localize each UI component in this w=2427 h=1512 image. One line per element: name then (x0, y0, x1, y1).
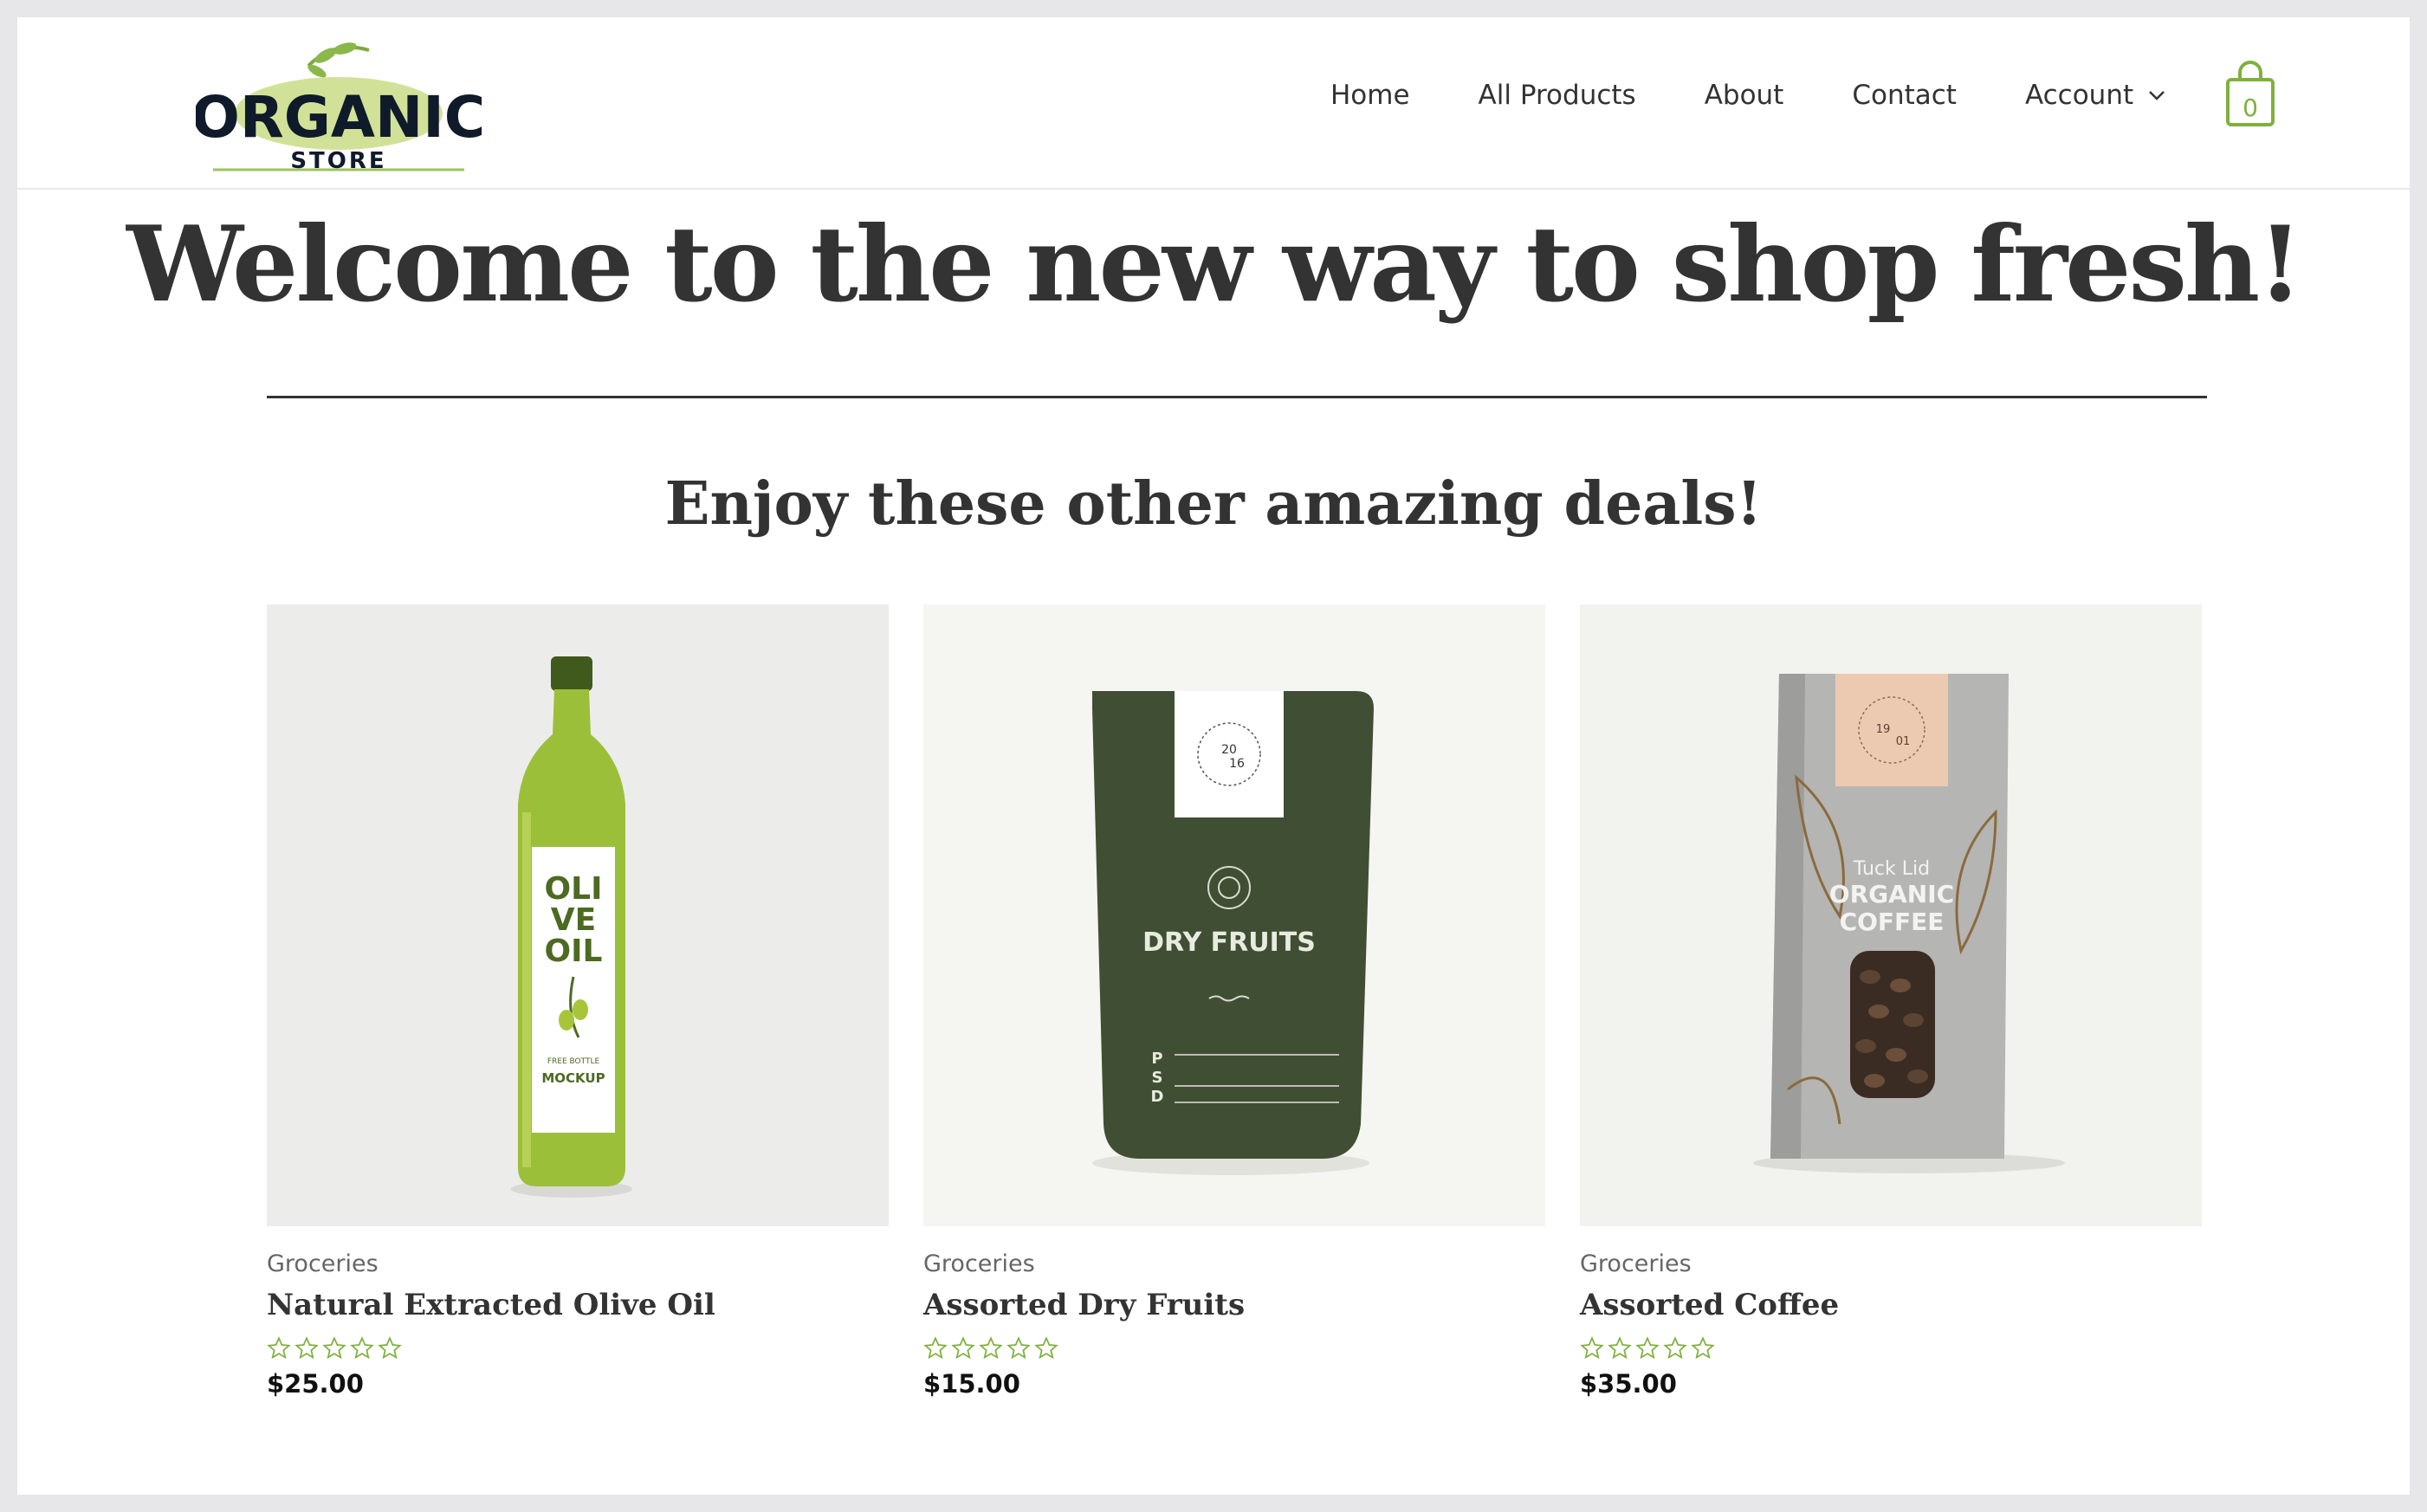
site-header: ORGANIC STORE Home All Products About Co… (17, 17, 2410, 190)
star-rating (923, 1336, 1545, 1360)
product-image-olive-oil[interactable]: OLI VE OIL FREE BOTTLE MOCKUP (267, 604, 889, 1226)
nav-contact[interactable]: Contact (1852, 80, 1957, 111)
deals-title: Enjoy these other amazing deals! (664, 469, 1763, 539)
product-card: 20 16 DRY FRUITS P S D Groceries Assorte… (923, 604, 1545, 1399)
star-rating (267, 1336, 889, 1360)
nav-home[interactable]: Home (1330, 80, 1410, 111)
main-nav: Home All Products About Contact Account (1330, 80, 2166, 111)
dry-fruits-pouch-icon: 20 16 DRY FRUITS P S D (1092, 691, 1374, 1175)
svg-text:COFFEE: COFFEE (1840, 908, 1945, 936)
svg-text:OLI: OLI (545, 871, 603, 907)
product-name[interactable]: Assorted Coffee (1580, 1288, 2202, 1322)
olive-oil-bottle-icon: OLI VE OIL FREE BOTTLE MOCKUP (511, 656, 632, 1198)
star-outline-icon (979, 1336, 1003, 1360)
svg-text:S: S (1152, 1069, 1163, 1087)
svg-text:16: 16 (1229, 757, 1245, 771)
svg-text:ORGANIC: ORGANIC (1829, 880, 1954, 908)
svg-text:Tuck Lid: Tuck Lid (1853, 858, 1930, 880)
svg-text:19: 19 (1876, 723, 1891, 736)
cart-button[interactable]: 0 (2223, 61, 2278, 130)
product-card: OLI VE OIL FREE BOTTLE MOCKUP Groceries … (267, 604, 889, 1399)
product-category[interactable]: Groceries (1580, 1250, 2202, 1277)
star-rating (1580, 1336, 2202, 1360)
hero-title: Welcome to the new way to shop fresh! (126, 204, 2303, 326)
svg-text:FREE BOTTLE: FREE BOTTLE (547, 1057, 600, 1066)
star-outline-icon (350, 1336, 374, 1360)
star-outline-icon (294, 1336, 319, 1360)
product-card: 19 01 Tuck Lid ORGANIC COFFEE Groceries (1580, 604, 2202, 1399)
organic-store-logo[interactable]: ORGANIC STORE (196, 31, 482, 183)
product-name[interactable]: Assorted Dry Fruits (923, 1288, 1545, 1322)
nav-account-label: Account (2024, 80, 2134, 111)
star-outline-icon (378, 1336, 402, 1360)
coffee-box-icon: 19 01 Tuck Lid ORGANIC COFFEE (1753, 674, 2065, 1173)
product-price: $25.00 (267, 1369, 364, 1399)
svg-text:ORGANIC: ORGANIC (196, 84, 482, 151)
star-outline-icon (322, 1336, 346, 1360)
product-price: $35.00 (1580, 1369, 1677, 1399)
nav-all-products[interactable]: All Products (1479, 80, 1636, 111)
page: ORGANIC STORE Home All Products About Co… (17, 17, 2410, 1495)
product-image-dry-fruits[interactable]: 20 16 DRY FRUITS P S D (923, 604, 1545, 1226)
product-image-coffee[interactable]: 19 01 Tuck Lid ORGANIC COFFEE (1580, 604, 2202, 1226)
cart-count: 0 (2243, 94, 2258, 122)
svg-text:P: P (1151, 1050, 1162, 1068)
star-outline-icon (1580, 1336, 1604, 1360)
svg-text:VE: VE (551, 902, 596, 938)
star-outline-icon (1608, 1336, 1632, 1360)
svg-text:DRY FRUITS: DRY FRUITS (1142, 927, 1316, 958)
svg-text:STORE: STORE (290, 148, 386, 174)
star-outline-icon (923, 1336, 948, 1360)
nav-about[interactable]: About (1705, 80, 1784, 111)
product-price: $15.00 (923, 1369, 1020, 1399)
star-outline-icon (267, 1336, 291, 1360)
svg-text:MOCKUP: MOCKUP (541, 1070, 605, 1086)
nav-account[interactable]: Account (2025, 80, 2166, 111)
product-name[interactable]: Natural Extracted Olive Oil (267, 1288, 889, 1322)
star-outline-icon (1663, 1336, 1687, 1360)
star-outline-icon (1691, 1336, 1715, 1360)
svg-text:01: 01 (1896, 735, 1911, 748)
star-outline-icon (1635, 1336, 1660, 1360)
star-outline-icon (951, 1336, 975, 1360)
svg-text:OIL: OIL (545, 934, 603, 969)
hero-divider (267, 396, 2207, 398)
product-category[interactable]: Groceries (923, 1250, 1545, 1277)
chevron-down-icon (2149, 91, 2165, 100)
svg-text:D: D (1151, 1088, 1164, 1106)
svg-text:20: 20 (1221, 743, 1237, 757)
star-outline-icon (1006, 1336, 1031, 1360)
product-category[interactable]: Groceries (267, 1250, 889, 1277)
star-outline-icon (1034, 1336, 1058, 1360)
